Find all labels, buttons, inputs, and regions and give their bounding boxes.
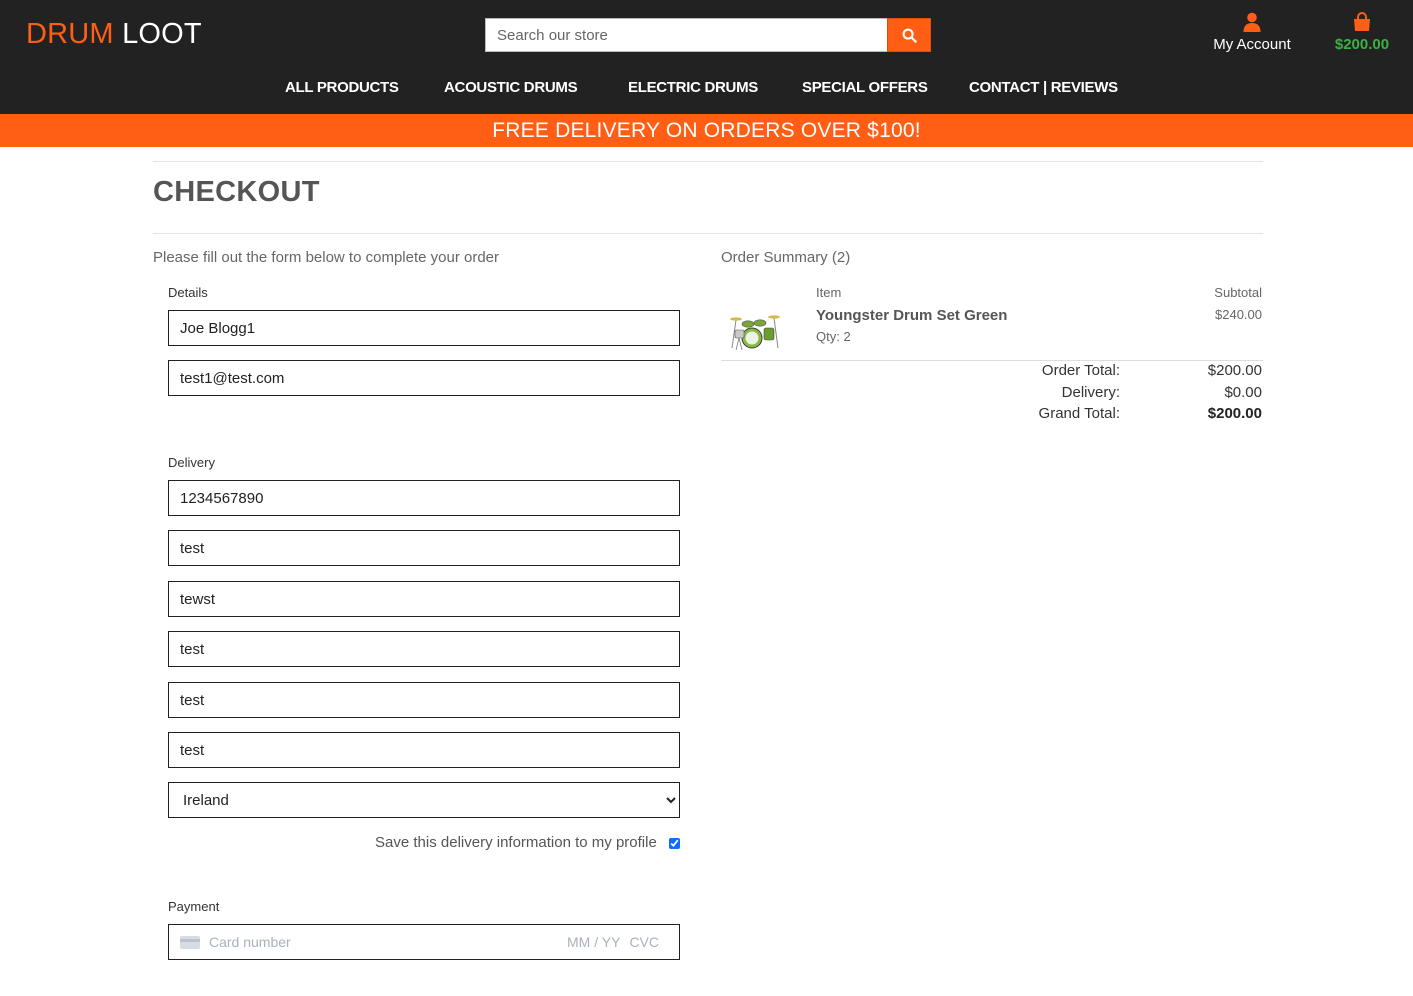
full-name-field[interactable] (168, 310, 680, 346)
street-address1-field[interactable] (168, 530, 680, 566)
logo-drum: DRUM (26, 18, 114, 50)
nav-all-products[interactable]: ALL PRODUCTS (285, 79, 399, 96)
col-header-item: Item (816, 285, 842, 300)
nav-electric-drums[interactable]: ELECTRIC DRUMS (628, 79, 758, 96)
order-total-label: Order Total: (1041, 362, 1120, 379)
product-thumbnail[interactable] (728, 306, 782, 354)
phone-field[interactable] (168, 480, 680, 516)
user-icon (1243, 12, 1261, 32)
search-input[interactable] (485, 18, 887, 52)
divider (153, 233, 1263, 234)
nav-special-offers[interactable]: SPECIAL OFFERS (802, 79, 928, 96)
product-qty: Qty: 2 (816, 329, 851, 344)
main-nav: ALL PRODUCTS ACOUSTIC DRUMS ELECTRIC DRU… (0, 79, 1413, 99)
email-field[interactable] (168, 360, 680, 396)
nav-contact-reviews[interactable]: CONTACT | REVIEWS (969, 79, 1118, 96)
payment-label: Payment (168, 899, 220, 914)
divider (153, 161, 1263, 162)
my-account-link[interactable]: My Account (1205, 12, 1299, 53)
town-field[interactable] (168, 631, 680, 667)
street-address2-field[interactable] (168, 581, 680, 617)
order-total-value: $200.00 (1207, 362, 1262, 379)
order-summary-title: Order Summary (2) (721, 249, 851, 266)
cart-total: $200.00 (1334, 36, 1390, 53)
my-account-label: My Account (1213, 36, 1291, 53)
save-info-row: Save this delivery information to my pro… (168, 834, 680, 851)
shopping-bag-icon (1354, 12, 1370, 31)
search-button[interactable] (887, 18, 931, 52)
card-cvc-placeholder: CVC (629, 934, 659, 950)
search-bar (485, 18, 931, 52)
site-header: DRUM LOOT My Account $200.00 ALL PRODUCT… (0, 0, 1413, 114)
save-info-label: Save this delivery information to my pro… (375, 834, 657, 851)
form-intro: Please fill out the form below to comple… (153, 249, 500, 266)
search-icon (902, 28, 917, 43)
site-logo[interactable]: DRUM LOOT (26, 18, 202, 51)
product-name[interactable]: Youngster Drum Set Green (816, 307, 1007, 324)
country-select[interactable]: Ireland (168, 782, 680, 818)
delivery-cost-label: Delivery: (1061, 384, 1120, 401)
logo-loot: LOOT (122, 18, 202, 50)
county-field[interactable] (168, 682, 680, 718)
product-subtotal: $240.00 (1215, 307, 1262, 322)
nav-acoustic-drums[interactable]: ACOUSTIC DRUMS (444, 79, 578, 96)
grand-total-label: Grand Total: (1038, 405, 1120, 422)
postcode-field[interactable] (168, 732, 680, 768)
credit-card-icon (180, 935, 200, 949)
page-title: CHECKOUT (153, 176, 320, 208)
save-info-checkbox[interactable] (669, 837, 680, 849)
details-label: Details (168, 285, 208, 300)
free-delivery-banner: FREE DELIVERY ON ORDERS OVER $100! (0, 114, 1413, 147)
card-number-placeholder: Card number (209, 934, 291, 950)
delivery-label: Delivery (168, 455, 215, 470)
summary-divider (721, 360, 1263, 361)
col-header-subtotal: Subtotal (1214, 285, 1262, 300)
grand-total-value: $200.00 (1207, 405, 1262, 422)
card-expiry-placeholder: MM / YY (567, 934, 621, 950)
delivery-cost-value: $0.00 (1224, 384, 1262, 401)
cart-link[interactable]: $200.00 (1326, 12, 1398, 53)
card-element[interactable]: Card number MM / YY CVC (168, 924, 680, 960)
